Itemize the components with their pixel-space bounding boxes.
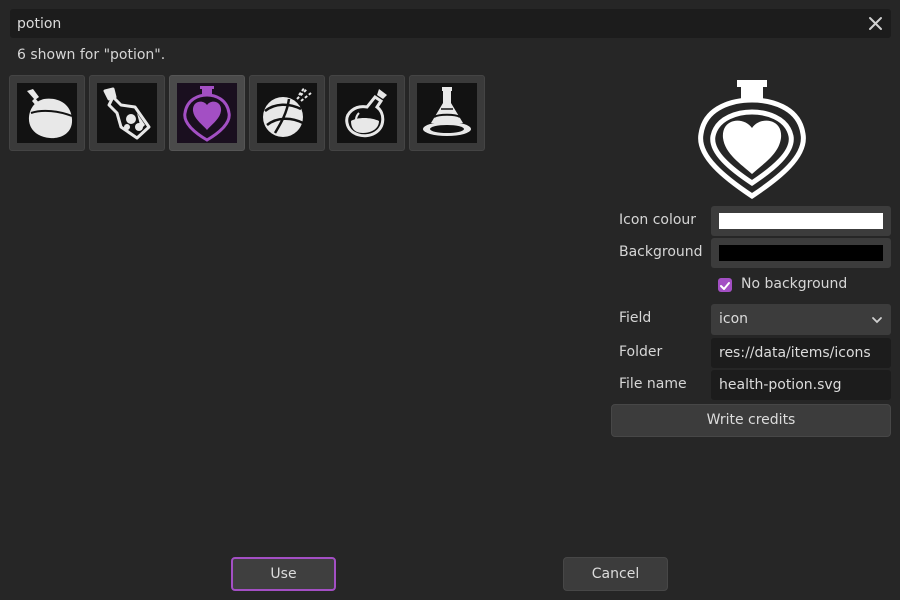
icon-colour-fill — [719, 213, 883, 229]
result-count: 6 shown for "potion". — [17, 47, 166, 63]
icon-tile-round-potion[interactable] — [9, 75, 85, 151]
flask-potion-icon — [345, 89, 387, 138]
use-button[interactable]: Use — [231, 557, 336, 591]
checkmark-icon — [720, 282, 730, 290]
health-potion-icon — [183, 86, 231, 142]
no-background-checkbox[interactable] — [718, 278, 732, 292]
close-icon[interactable] — [867, 15, 884, 32]
icon-tile-standing-potion[interactable] — [409, 75, 485, 151]
cancel-button[interactable]: Cancel — [563, 557, 668, 591]
icon-colour-picker[interactable] — [711, 206, 891, 236]
folder-field[interactable] — [711, 338, 891, 368]
search-bar — [10, 9, 891, 38]
write-credits-button[interactable]: Write credits — [611, 404, 891, 437]
icon-tile-bound-potion[interactable] — [249, 75, 325, 151]
icon-tile-tilted-potion[interactable] — [89, 75, 165, 151]
field-dropdown-value: icon — [719, 311, 749, 327]
folder-label: Folder — [619, 344, 663, 360]
file-name-field[interactable] — [711, 370, 891, 400]
file-name-label: File name — [619, 376, 687, 392]
round-potion-icon — [27, 89, 73, 139]
icon-tile-health-potion[interactable] — [169, 75, 245, 151]
background-label: Background — [619, 244, 703, 260]
chevron-down-icon — [872, 317, 882, 324]
preview-health-potion-icon — [691, 76, 811, 200]
tilted-potion-icon — [103, 87, 151, 140]
search-input[interactable] — [10, 9, 850, 38]
field-label: Field — [619, 310, 652, 326]
no-background-label: No background — [741, 276, 848, 292]
bound-potion-icon — [263, 86, 312, 137]
background-colour-picker[interactable] — [711, 238, 891, 268]
icon-tile-flask-potion[interactable] — [329, 75, 405, 151]
field-dropdown[interactable]: icon — [711, 304, 891, 335]
standing-potion-icon — [423, 87, 471, 136]
icon-colour-label: Icon colour — [619, 212, 697, 228]
background-colour-fill — [719, 245, 883, 261]
